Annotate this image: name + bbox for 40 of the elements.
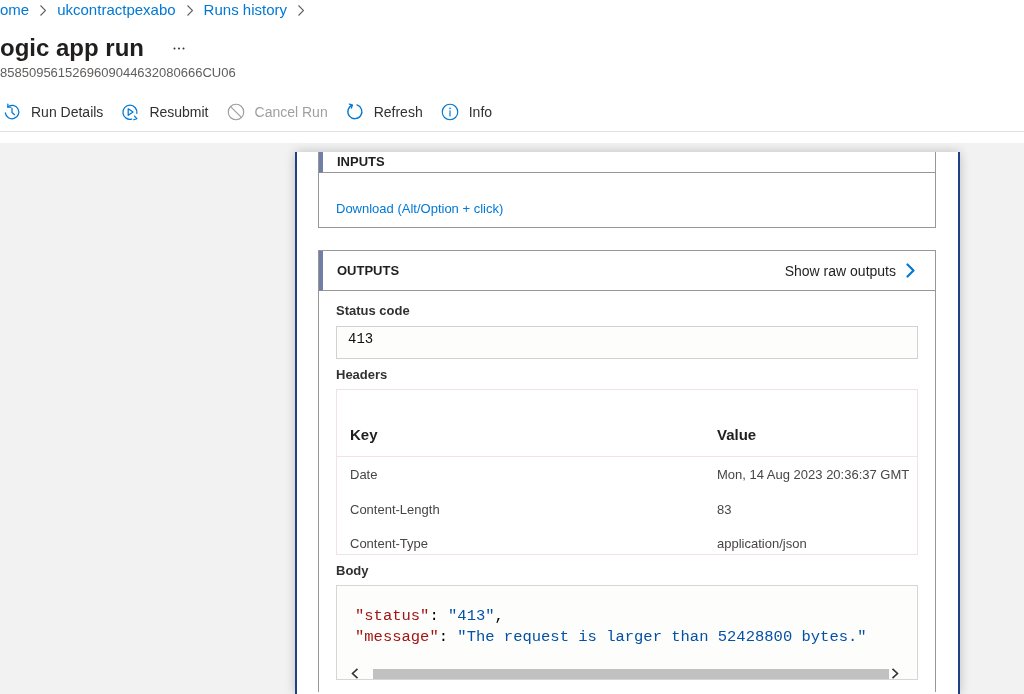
play-circle-icon bbox=[121, 103, 140, 121]
table-cell-text: Content-Length bbox=[349, 500, 441, 519]
toolbar-button[interactable]: Run Details bbox=[3, 96, 104, 128]
run-id: 8585095615269609044632080666CU06 bbox=[0, 65, 237, 81]
chevron-right-icon[interactable] bbox=[906, 263, 915, 278]
table-cell: Date bbox=[337, 456, 704, 492]
breadcrumb-link[interactable]: Runs history bbox=[203, 0, 287, 20]
breadcrumb-link[interactable]: ukcontractpexabo bbox=[57, 0, 176, 20]
page-title: ogic app run bbox=[0, 33, 144, 63]
scroll-left-icon[interactable] bbox=[351, 668, 359, 679]
status-code-field: 413 bbox=[336, 326, 918, 359]
download-link[interactable]: Download (Alt/Option + click) bbox=[336, 201, 504, 216]
circle-slash-icon bbox=[226, 103, 245, 121]
refresh-icon bbox=[345, 103, 364, 121]
table-cell-text: application/json bbox=[716, 535, 808, 553]
column-header: Value bbox=[704, 390, 917, 457]
chevron-right-icon bbox=[40, 4, 47, 16]
field-label: Headers bbox=[336, 367, 389, 383]
code-line: "message": "The request is larger than 52428800 bytes." bbox=[355, 627, 868, 648]
section-title: INPUTS bbox=[337, 154, 385, 170]
column-header: Key bbox=[337, 390, 704, 457]
scroll-right-icon[interactable] bbox=[891, 668, 899, 679]
history-icon bbox=[3, 103, 21, 121]
field-label: Status code bbox=[336, 303, 411, 319]
table-cell-text: Content-Type bbox=[349, 535, 430, 553]
section-title: OUTPUTS bbox=[337, 262, 400, 279]
field-label: Body bbox=[336, 563, 370, 579]
toolbar-button[interactable]: Refresh bbox=[345, 96, 423, 128]
scrollbar-thumb[interactable] bbox=[373, 668, 889, 679]
toolbar-button[interactable]: Info bbox=[440, 96, 493, 128]
table-cell: Mon, 14 Aug 2023 20:36:37 GMT bbox=[704, 456, 917, 492]
chevron-right-icon bbox=[186, 4, 193, 16]
show-raw-outputs-link[interactable]: Show raw outputs bbox=[784, 262, 896, 279]
breadcrumb-link[interactable]: ome bbox=[0, 0, 30, 20]
more-icon[interactable] bbox=[173, 46, 185, 50]
chevron-right-icon bbox=[298, 4, 304, 16]
toolbar-button[interactable]: Resubmit bbox=[121, 96, 209, 128]
table-cell-text: 83 bbox=[716, 500, 733, 519]
info-icon bbox=[440, 103, 459, 121]
code-line: "status": "413", bbox=[355, 606, 505, 627]
